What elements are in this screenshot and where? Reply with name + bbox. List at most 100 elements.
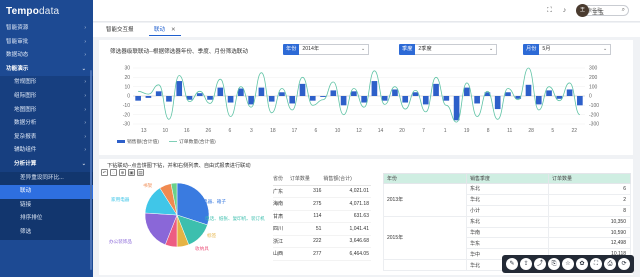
- year-select[interactable]: 年份 2014年 ⌄: [283, 44, 370, 55]
- bar[interactable]: [340, 96, 347, 106]
- month-select[interactable]: 月份 5月 ⌄: [523, 44, 612, 55]
- bar[interactable]: [248, 96, 254, 105]
- bar[interactable]: [577, 96, 583, 106]
- bar[interactable]: [155, 91, 162, 96]
- table-header[interactable]: 销售额(合计): [323, 173, 371, 186]
- line-series[interactable]: [138, 67, 581, 123]
- table-row[interactable]: 四川 51 1,041.41: [273, 222, 371, 236]
- bell-icon[interactable]: ♪: [559, 5, 570, 16]
- legend-label[interactable]: 销售额(合计值): [127, 138, 159, 145]
- username[interactable]: 王玉: [592, 8, 604, 17]
- bar[interactable]: [289, 96, 296, 104]
- bar[interactable]: [556, 96, 563, 99]
- sidebar-item[interactable]: 数据动态 ›: [0, 49, 93, 63]
- bar[interactable]: [443, 96, 450, 101]
- bar[interactable]: [402, 96, 409, 103]
- sidebar-item[interactable]: 常规图形 ›: [0, 76, 93, 90]
- bar[interactable]: [227, 96, 234, 103]
- sidebar-item[interactable]: 差异重设同环比...: [0, 171, 93, 186]
- bar[interactable]: [207, 96, 213, 100]
- bar[interactable]: [279, 92, 285, 96]
- fullscreen-icon[interactable]: ⛶: [544, 5, 555, 16]
- bar[interactable]: [381, 96, 388, 101]
- x-tick-label: 10: [163, 128, 169, 134]
- share-icon[interactable]: ⤴: [534, 258, 546, 270]
- sidebar-item[interactable]: 智能资源 ›: [0, 22, 93, 36]
- table-row[interactable]: 2015年 东北 10,350: [383, 215, 631, 261]
- sidebar-item[interactable]: 功能演示 ⌄: [0, 63, 93, 77]
- sidebar-item[interactable]: 智能审批 ›: [0, 36, 93, 50]
- sidebar-item[interactable]: 地图图形 ›: [0, 103, 93, 118]
- bar[interactable]: [535, 96, 542, 105]
- table-row[interactable]: 海南 275 4,071.18: [273, 197, 371, 211]
- bar[interactable]: [392, 89, 398, 96]
- table-row[interactable]: 甘肃 114 631.63: [273, 210, 371, 223]
- avatar[interactable]: 王: [576, 4, 589, 17]
- link-icon[interactable]: ⎘: [548, 258, 560, 270]
- bar[interactable]: [351, 91, 357, 96]
- table-row[interactable]: 浙江 222 3,646.68: [273, 235, 371, 248]
- bar[interactable]: [453, 96, 460, 121]
- bar[interactable]: [494, 96, 501, 110]
- settings-icon[interactable]: ✿: [576, 258, 588, 270]
- table-row[interactable]: 2013年 东北 6: [383, 183, 631, 217]
- table-cell: 51: [289, 222, 324, 236]
- sidebar-item[interactable]: 联动: [0, 185, 93, 199]
- logo[interactable]: Tempodata: [0, 0, 93, 22]
- sidebar-item[interactable]: 复杂报表 ›: [0, 130, 93, 145]
- sidebar-item[interactable]: 筛选: [0, 225, 93, 240]
- bar[interactable]: [464, 87, 470, 96]
- sidebar-item[interactable]: 分析计算 ⌄: [0, 157, 93, 172]
- table-header[interactable]: 订单数量: [548, 173, 631, 184]
- table-header[interactable]: 销售季度: [466, 173, 549, 184]
- sidebar-item[interactable]: 数据分析 ›: [0, 117, 93, 131]
- bar[interactable]: [566, 89, 573, 96]
- quarter-select[interactable]: 季度 2季度 ⌄: [399, 44, 498, 55]
- print-icon[interactable]: ⎙: [604, 258, 616, 270]
- bar[interactable]: [145, 96, 152, 98]
- edit-icon[interactable]: ✎: [506, 258, 518, 270]
- bar[interactable]: [505, 92, 511, 96]
- bar[interactable]: [371, 81, 378, 96]
- bar[interactable]: [474, 96, 480, 104]
- table-row[interactable]: 山西 277 6,464.05: [273, 247, 371, 261]
- legend-label[interactable]: 订单数量(合计值): [179, 138, 216, 145]
- sidebar-scrollbar[interactable]: [90, 70, 92, 270]
- bar[interactable]: [361, 96, 367, 103]
- bar[interactable]: [320, 96, 326, 97]
- export-icon[interactable]: ⇪: [520, 258, 532, 270]
- search-icon[interactable]: ⌕: [622, 7, 625, 14]
- table-header[interactable]: 年份: [383, 173, 467, 184]
- bar[interactable]: [196, 93, 203, 96]
- bar[interactable]: [546, 90, 552, 96]
- tab-smart-interactive[interactable]: 智能交互报: [101, 25, 139, 36]
- legend-swatch[interactable]: [117, 140, 125, 143]
- close-icon[interactable]: ✕: [171, 27, 176, 33]
- bar[interactable]: [433, 83, 439, 96]
- bar[interactable]: [258, 87, 265, 96]
- bar[interactable]: [422, 96, 429, 105]
- pie-chart[interactable]: 电器、箱子电话、纸张、复印机、装订机标签收纳具 办公装饰品 家用电器 书架: [99, 175, 269, 275]
- sidebar-item[interactable]: 辅助组件 ›: [0, 144, 93, 158]
- combo-chart[interactable]: 3020100-10-20-303002001000-100-200-30013…: [99, 60, 633, 155]
- bar[interactable]: [166, 96, 172, 102]
- table-row[interactable]: 广东 316 4,021.01: [273, 185, 371, 198]
- refresh-icon[interactable]: ⟳: [618, 258, 630, 270]
- bar[interactable]: [309, 96, 316, 101]
- tab-linkage[interactable]: 联动 ✕: [149, 25, 181, 36]
- bar[interactable]: [299, 83, 306, 96]
- bar[interactable]: [176, 81, 183, 96]
- sidebar-item[interactable]: 链接: [0, 198, 93, 213]
- bar[interactable]: [135, 96, 141, 101]
- sidebar-item[interactable]: 组际图形 ›: [0, 89, 93, 104]
- bar[interactable]: [525, 84, 532, 96]
- star-icon[interactable]: ☆: [562, 258, 574, 270]
- bar[interactable]: [330, 90, 337, 96]
- bar[interactable]: [412, 92, 419, 96]
- sidebar-item[interactable]: 排序排位: [0, 212, 93, 226]
- bar[interactable]: [217, 87, 224, 96]
- fullscreen-icon[interactable]: ⛶: [590, 258, 602, 270]
- table-header[interactable]: 省份: [273, 173, 290, 186]
- bar[interactable]: [268, 96, 275, 102]
- table-header[interactable]: 订单数量: [289, 173, 324, 186]
